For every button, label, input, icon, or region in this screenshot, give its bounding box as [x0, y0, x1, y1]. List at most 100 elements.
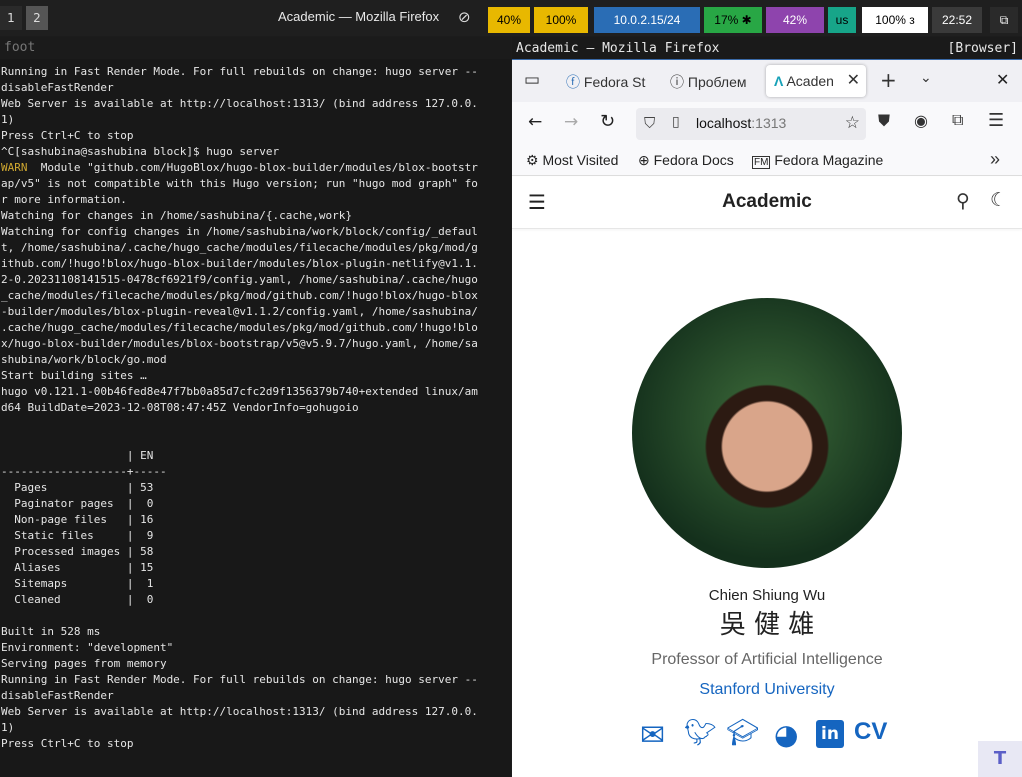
terminal-line: 1): [1, 721, 15, 734]
account-icon[interactable]: ◉: [914, 111, 928, 130]
page-icon: ▯: [672, 114, 680, 130]
workspace-2[interactable]: 2: [26, 6, 48, 30]
terminal-line: x/hugo-blox-builder/modules/blox-bootstr…: [1, 337, 478, 350]
terminal-line: Serving pages from memory: [1, 657, 167, 670]
terminal-line: Built in 528 ms: [1, 625, 101, 638]
cv-link[interactable]: CV: [854, 718, 887, 746]
back-icon[interactable]: ←: [528, 112, 542, 132]
gear-icon: ⚙: [526, 152, 539, 168]
status-network: 10.0.2.15/24: [594, 7, 700, 33]
new-tab-icon[interactable]: +: [880, 68, 897, 92]
avatar: [632, 298, 902, 568]
twitter-icon[interactable]: 🐦︎: [684, 718, 717, 748]
url-text: localhost:1313: [696, 115, 787, 131]
status-disk: 42%: [766, 7, 824, 33]
terminal-line: Pages | 53: [1, 481, 154, 494]
magazine-icon: FM: [752, 156, 771, 169]
social-links: ✉ 🐦︎ 🎓︎ ◕ in CV: [640, 718, 900, 754]
terminal-line: disableFastRender: [1, 81, 114, 94]
terminal-line: 1): [1, 113, 15, 126]
tab-problem[interactable]: ⓘ Проблем: [670, 66, 762, 98]
close-window-icon[interactable]: ✕: [996, 70, 1009, 89]
graduation-cap-icon[interactable]: 🎓︎: [726, 718, 759, 748]
chip-icon: ✱: [738, 13, 752, 27]
firefox-view-icon[interactable]: ▭: [524, 70, 540, 90]
search-icon[interactable]: ⚲: [956, 190, 970, 212]
terminal-line: 2-0.20231108141515-0478cf6921f9/config.y…: [1, 273, 478, 286]
close-tab-icon[interactable]: ✕: [847, 65, 860, 97]
reload-icon[interactable]: ↻: [600, 111, 615, 132]
firefox-window-title: Academic — Mozilla Firefox: [516, 41, 720, 56]
site-brand[interactable]: Academic: [512, 191, 1022, 213]
terminal-line: Non-page files | 16: [1, 513, 154, 526]
menu-icon[interactable]: ☰: [988, 110, 1004, 131]
navigation-toolbar: ← → ↻ ⛉ ▯ localhost:1313 ☆ ⛊ ◉ ⧉ ☰: [512, 102, 1022, 146]
firefox-titlebar: Academic — Mozilla Firefox [Browser]: [512, 37, 1022, 60]
bookmark-star-icon[interactable]: ☆: [845, 113, 860, 133]
warn-label: WARN: [1, 161, 28, 174]
forward-icon[interactable]: →: [564, 112, 578, 132]
bookmark-fedora-docs[interactable]: ⊕ Fedora Docs: [638, 152, 734, 169]
terminal-line: disableFastRender: [1, 689, 114, 702]
top-panel: 1 2 Academic — Mozilla Firefox ⊘ 40% 100…: [0, 0, 1022, 36]
terminal-line: Watching for config changes in /home/sas…: [1, 225, 478, 238]
terminal-line: .cache/hugo_cache/modules/filecache/modu…: [1, 321, 478, 334]
site-header: ☰ Academic ⚲ ☾: [512, 177, 1022, 229]
dark-mode-icon[interactable]: ☾: [990, 189, 1007, 211]
terminal-line: ap/v5" is not compatible with this Hugo …: [1, 177, 478, 190]
focused-window-title: Academic — Mozilla Firefox: [278, 9, 440, 24]
workspace-1[interactable]: 1: [0, 6, 22, 30]
bookmark-fedora-magazine[interactable]: FM Fedora Magazine: [752, 152, 883, 169]
chevron-down-icon[interactable]: ⌄: [920, 70, 932, 86]
status-memory: 17% ✱: [704, 7, 762, 33]
email-icon[interactable]: ✉: [640, 718, 665, 753]
tab-label: Acaden: [786, 73, 834, 89]
terminal-line: Web Server is available at http://localh…: [1, 97, 478, 110]
teams-icon[interactable]: T: [978, 741, 1022, 777]
terminal-line: Running in Fast Render Mode. For full re…: [1, 65, 478, 78]
terminal-line: -------------------+-----: [1, 465, 167, 478]
more-bookmarks-icon[interactable]: »: [990, 149, 1000, 170]
profile-name-cn: 吳 健 雄: [719, 610, 815, 640]
terminal-line: Static files | 9: [1, 529, 154, 542]
terminal-line: WARN Module "github.com/HugoBlox/hugo-bl…: [1, 161, 478, 174]
windows-icon[interactable]: ⧉: [990, 7, 1018, 33]
terminal-line: Running in Fast Render Mode. For full re…: [1, 673, 478, 686]
bookmark-label: Fedora Docs: [653, 152, 734, 168]
terminal-line: d64 BuildDate=2023-12-08T08:47:45Z Vendo…: [1, 401, 359, 414]
status-volume[interactable]: 100% з: [862, 7, 928, 33]
terminal-window[interactable]: foot Running in Fast Render Mode. For fu…: [0, 37, 511, 777]
terminal-line: Aliases | 15: [1, 561, 154, 574]
bookmark-most-visited[interactable]: ⚙ Most Visited: [526, 152, 618, 169]
terminal-line: ^C[sashubina@sashubina block]$ hugo serv…: [1, 145, 280, 158]
tab-fedora[interactable]: ⓕ Fedora St: [566, 66, 660, 98]
terminal-output: Running in Fast Render Mode. For full re…: [1, 64, 478, 752]
status-keyboard-layout[interactable]: us: [828, 7, 856, 33]
status-clock: 22:52: [932, 7, 982, 33]
firefox-window: Academic — Mozilla Firefox [Browser] ▭ ⓕ…: [512, 37, 1022, 777]
terminal-line: -builder/modules/blox-plugin-reveal@v1.1…: [1, 305, 478, 318]
terminal-line: Sitemaps | 1: [1, 577, 154, 590]
extensions-icon[interactable]: ⧉: [952, 110, 963, 130]
tab-label: Проблем: [687, 74, 747, 90]
terminal-line: hugo v0.121.1-00b46fed8e47f7bb0a85d7cfc2…: [1, 385, 478, 398]
info-icon: ⓘ: [670, 74, 684, 90]
terminal-line: Press Ctrl+C to stop: [1, 737, 134, 750]
pocket-icon[interactable]: ⛊: [878, 111, 890, 131]
shield-icon: ⛉: [644, 114, 656, 132]
github-icon[interactable]: ◕: [774, 718, 798, 751]
bookmark-label: Most Visited: [542, 152, 619, 168]
tab-academic[interactable]: Ʌ Acaden ✕: [766, 65, 866, 97]
terminal-line: | EN: [1, 449, 154, 462]
tab-label: Fedora St: [583, 74, 646, 90]
fedora-icon: ⓕ: [566, 74, 580, 90]
terminal-line: Processed images | 58: [1, 545, 154, 558]
status-brightness: 100%: [534, 7, 588, 33]
profile-organization[interactable]: Stanford University: [512, 681, 1022, 699]
profile-name: Chien Shiung Wu: [708, 587, 826, 604]
linkedin-icon[interactable]: in: [816, 720, 844, 748]
terminal-line: Web Server is available at http://localh…: [1, 705, 478, 718]
url-bar[interactable]: ⛉ ▯ localhost:1313 ☆: [636, 108, 866, 140]
